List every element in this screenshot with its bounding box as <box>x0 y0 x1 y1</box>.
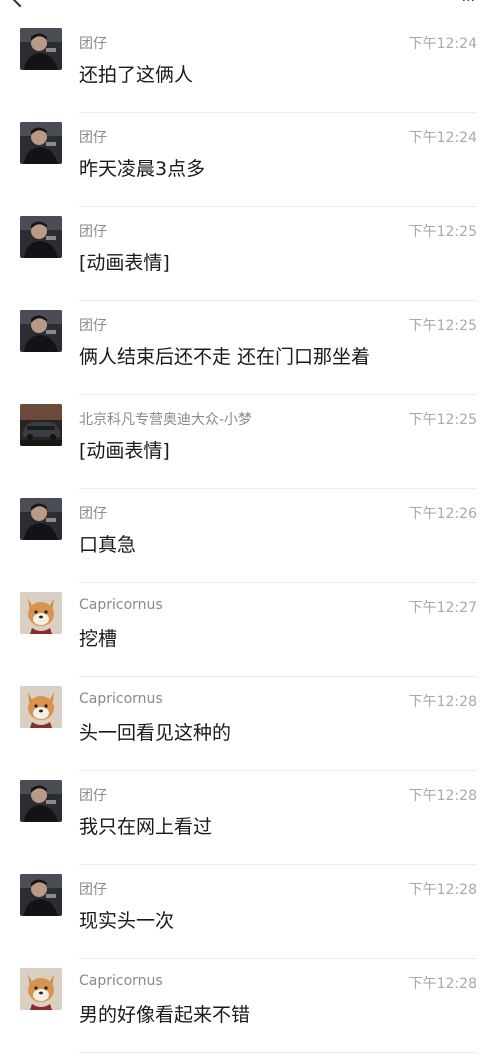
message-text: [动画表情] <box>79 440 170 462</box>
message-time: 下午12:28 <box>408 694 477 710</box>
message-item[interactable]: 团仔 下午12:24 昨天凌晨3点多 <box>0 119 497 213</box>
message-item[interactable]: 团仔 下午12:25 [动画表情] <box>0 213 497 307</box>
message-text: 挖槽 <box>79 628 118 650</box>
message-time: 下午12:26 <box>408 506 477 522</box>
message-time: 下午12:24 <box>408 36 477 52</box>
message-text: 口真急 <box>79 534 137 556</box>
message-item[interactable]: Capricornus 下午12:28 头一回看见这种的 <box>0 683 497 777</box>
message-text: 现实头一次 <box>79 910 175 932</box>
message-item[interactable]: 团仔 下午12:28 我只在网上看过 <box>0 777 497 871</box>
divider <box>79 770 477 771</box>
message-item[interactable]: 团仔 下午12:25 俩人结束后还不走 还在门口那坐着 <box>0 307 497 401</box>
sender-name: 团仔 <box>79 788 107 804</box>
message-time: 下午12:28 <box>408 976 477 992</box>
back-arrow-icon[interactable] <box>8 0 32 8</box>
message-text: 还拍了这俩人 <box>79 64 194 86</box>
divider <box>79 206 477 207</box>
message-item[interactable]: 团仔 下午12:28 现实头一次 <box>0 871 497 965</box>
divider <box>79 958 477 959</box>
message-time: 下午12:25 <box>408 224 477 240</box>
message-item[interactable]: Capricornus 下午12:28 男的好像看起来不错 <box>0 965 497 1059</box>
sender-name: 团仔 <box>79 318 107 334</box>
message-item[interactable]: 团仔 下午12:24 还拍了这俩人 <box>0 25 497 119</box>
divider <box>79 676 477 677</box>
message-list: 团仔 下午12:24 还拍了这俩人 团仔 下午12:24 昨天凌晨3点多 团仔 下午12:25… <box>0 25 497 1059</box>
man-avatar[interactable] <box>20 874 62 916</box>
top-bar: ··· <box>0 0 497 12</box>
divider <box>79 864 477 865</box>
man-avatar[interactable] <box>20 498 62 540</box>
sender-name: 团仔 <box>79 130 107 146</box>
man-avatar[interactable] <box>20 122 62 164</box>
sender-name: 团仔 <box>79 882 107 898</box>
message-item[interactable]: 北京科凡专营奥迪大众-小梦 下午12:25 [动画表情] <box>0 401 497 495</box>
more-options-icon[interactable]: ··· <box>462 0 475 8</box>
sender-name: 团仔 <box>79 506 107 522</box>
man-avatar[interactable] <box>20 28 62 70</box>
car-avatar[interactable] <box>20 404 62 446</box>
message-time: 下午12:25 <box>408 412 477 428</box>
divider <box>79 488 477 489</box>
divider <box>79 582 477 583</box>
man-avatar[interactable] <box>20 310 62 352</box>
sender-name: Capricornus <box>79 691 163 707</box>
sender-name: 北京科凡专营奥迪大众-小梦 <box>79 412 253 428</box>
message-text: 我只在网上看过 <box>79 816 213 838</box>
dog-avatar[interactable] <box>20 968 62 1010</box>
divider <box>79 300 477 301</box>
message-text: [动画表情] <box>79 252 170 274</box>
sender-name: Capricornus <box>79 597 163 613</box>
divider <box>79 112 477 113</box>
sender-name: 团仔 <box>79 224 107 240</box>
message-item[interactable]: Capricornus 下午12:27 挖槽 <box>0 589 497 683</box>
divider <box>79 1052 477 1053</box>
message-text: 昨天凌晨3点多 <box>79 158 206 180</box>
message-item[interactable]: 团仔 下午12:26 口真急 <box>0 495 497 589</box>
man-avatar[interactable] <box>20 216 62 258</box>
message-time: 下午12:28 <box>408 882 477 898</box>
message-time: 下午12:27 <box>408 600 477 616</box>
man-avatar[interactable] <box>20 780 62 822</box>
message-time: 下午12:28 <box>408 788 477 804</box>
dog-avatar[interactable] <box>20 592 62 634</box>
message-text: 头一回看见这种的 <box>79 722 232 744</box>
divider <box>79 394 477 395</box>
message-text: 男的好像看起来不错 <box>79 1004 251 1026</box>
sender-name: Capricornus <box>79 973 163 989</box>
dog-avatar[interactable] <box>20 686 62 728</box>
message-text: 俩人结束后还不走 还在门口那坐着 <box>79 346 371 368</box>
message-time: 下午12:25 <box>408 318 477 334</box>
message-time: 下午12:24 <box>408 130 477 146</box>
sender-name: 团仔 <box>79 36 107 52</box>
